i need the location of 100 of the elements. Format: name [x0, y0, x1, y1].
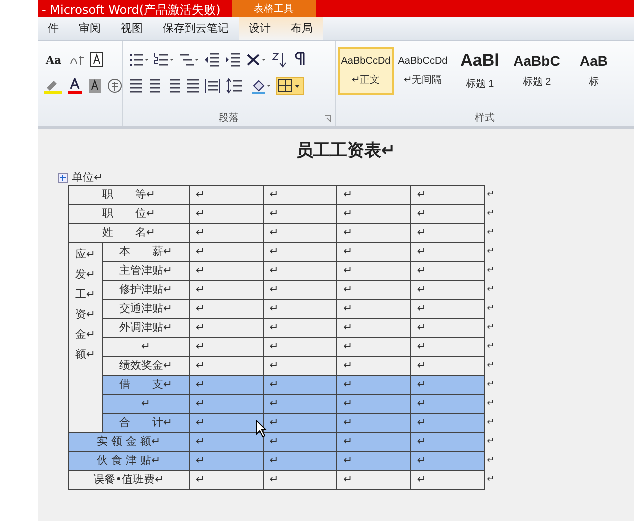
table-cell: 交通津贴↵: [102, 300, 190, 318]
table-cell: 姓 名↵: [68, 224, 190, 242]
style-gallery-item[interactable]: AaBl 标题 1: [452, 47, 508, 95]
table-cell: ↵: [336, 224, 411, 242]
table-cell: ↵: [263, 300, 337, 318]
window-title: - Microsoft Word(产品激活失败): [41, 4, 222, 17]
character-shading-icon[interactable]: [88, 78, 102, 94]
row-end-mark: ↵: [484, 186, 498, 204]
table-cell: ↵: [263, 338, 337, 356]
context-tab-group-label: 表格工具: [232, 0, 316, 17]
table-cell: ↵: [189, 376, 264, 394]
align-center-icon[interactable]: [148, 78, 162, 94]
row-end-mark: ↵: [484, 356, 498, 376]
table-cell: 误餐•值班费↵: [68, 470, 190, 490]
table-cell: ↵: [410, 242, 485, 262]
bullets-icon[interactable]: [129, 52, 149, 68]
table-cell: ↵: [410, 280, 485, 300]
style-gallery-item[interactable]: AaBbCcDd ↵正文: [338, 47, 394, 95]
table-cell: ↵: [189, 394, 264, 414]
borders-button[interactable]: [276, 77, 304, 95]
style-gallery-item[interactable]: AaBbCcDd ↵无间隔: [395, 47, 451, 95]
table-cell: 职 位↵: [68, 204, 190, 224]
table-cell: ↵: [263, 470, 337, 490]
table-cell: ↵: [410, 376, 485, 394]
align-right-icon[interactable]: [167, 78, 181, 94]
font-color-icon[interactable]: [67, 78, 83, 94]
table-cell: ↵: [102, 338, 190, 356]
table-cell: ↵: [336, 262, 411, 280]
table-cell: 实 领 金 额↵: [68, 432, 190, 452]
ribbon-tab[interactable]: 审阅: [69, 17, 111, 40]
highlighter-icon[interactable]: [44, 78, 62, 94]
dialog-launcher-icon[interactable]: [324, 115, 332, 123]
table-cell: ↵: [410, 470, 485, 490]
table-cell: ↵: [336, 376, 411, 394]
enclosed-character-icon[interactable]: [107, 78, 123, 94]
decrease-indent-icon[interactable]: [204, 52, 220, 68]
table-cell: ↵: [102, 394, 190, 414]
table-cell: ↵: [189, 470, 264, 490]
ribbon-tab[interactable]: 件: [38, 17, 69, 40]
table-cell: ↵: [336, 414, 411, 432]
sort-icon[interactable]: [271, 52, 287, 68]
style-gallery-item[interactable]: AaB 标: [566, 47, 622, 95]
change-case-button[interactable]: Aa: [44, 54, 64, 66]
increase-indent-icon[interactable]: [225, 52, 241, 68]
table-cell: ↵: [336, 432, 411, 452]
table-cell: ↵: [336, 242, 411, 262]
table-cell: 主管津贴↵: [102, 262, 190, 280]
row-end-mark: ↵: [484, 262, 498, 280]
table-cell: 外调津贴↵: [102, 318, 190, 338]
table-cell: ↵: [189, 224, 264, 242]
table-cell: ↵: [189, 300, 264, 318]
row-end-mark: ↵: [484, 394, 498, 414]
asian-layout-icon[interactable]: [246, 52, 266, 68]
group-label: 样式: [475, 112, 495, 125]
table-cell: ↵: [336, 452, 411, 470]
table-cell: 借 支↵: [102, 376, 190, 394]
table-cell: ↵: [336, 186, 411, 204]
table-cell: 应↵ 发↵ 工↵ 资↵ 金↵ 额↵: [68, 242, 103, 432]
table-cell: ↵: [189, 262, 264, 280]
table-cell: ↵: [336, 318, 411, 338]
style-gallery-item[interactable]: AaBbC 标题 2: [509, 47, 565, 95]
row-end-mark: ↵: [484, 376, 498, 394]
table-cell: ↵: [189, 338, 264, 356]
table-cell: ↵: [189, 242, 264, 262]
table-cell: ↵: [263, 432, 337, 452]
row-end-mark: ↵: [484, 204, 498, 224]
multilevel-list-icon[interactable]: [179, 52, 199, 68]
table-cell: ↵: [336, 280, 411, 300]
character-border-icon[interactable]: [90, 52, 104, 68]
align-left-icon[interactable]: [129, 78, 143, 94]
table-cell: ↵: [336, 470, 411, 490]
row-end-mark: ↵: [484, 432, 498, 452]
table-cell: ↵: [410, 338, 485, 356]
table-cell: ↵: [410, 414, 485, 432]
table-cell: ↵: [410, 204, 485, 224]
ribbon-tab[interactable]: 设计: [239, 17, 281, 40]
table-cell: ↵: [263, 318, 337, 338]
group-label: 段落: [219, 112, 239, 125]
table-cell: ↵: [263, 242, 337, 262]
row-end-mark: ↵: [484, 300, 498, 318]
distributed-icon[interactable]: [205, 78, 221, 94]
table-cell: ↵: [263, 376, 337, 394]
table-cell: ↵: [263, 394, 337, 414]
justify-icon[interactable]: [186, 78, 200, 94]
ribbon-tab[interactable]: 保存到云笔记: [153, 17, 239, 40]
table-cell: ↵: [189, 204, 264, 224]
table-cell: ↵: [189, 452, 264, 470]
numbering-icon[interactable]: [154, 52, 174, 68]
table-cell: ↵: [189, 432, 264, 452]
row-end-mark: ↵: [484, 224, 498, 242]
table-move-handle-icon[interactable]: [58, 172, 68, 182]
paint-bucket-icon[interactable]: [251, 78, 271, 94]
ribbon-tab[interactable]: 视图: [111, 17, 153, 40]
ribbon-tab[interactable]: 布局: [281, 17, 323, 40]
row-end-mark: ↵: [484, 470, 498, 490]
table-cell: ↵: [336, 394, 411, 414]
table-cell: ↵: [263, 262, 337, 280]
table-cell: 职 等↵: [68, 186, 190, 204]
table-cell: 本 薪↵: [102, 242, 190, 262]
table-cell: 合 计↵: [102, 414, 190, 432]
